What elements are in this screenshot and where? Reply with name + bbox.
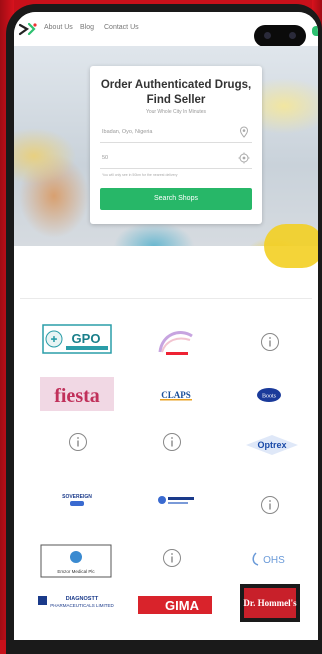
brand-logo-arc[interactable] xyxy=(156,324,232,360)
svg-text:DIAGNOSTT: DIAGNOSTT xyxy=(66,596,99,602)
svg-text:Boots: Boots xyxy=(262,394,277,400)
brand-logo-dr-hommels[interactable]: Dr. Hommel's xyxy=(240,584,316,622)
search-card-title: Order Authenticated Drugs, Find Seller xyxy=(100,79,252,106)
brand-logo-pharma[interactable] xyxy=(154,490,230,526)
svg-text:Optrex: Optrex xyxy=(257,440,286,450)
brand-logo-boots[interactable]: Boots xyxy=(254,386,318,422)
placeholder-info-icon xyxy=(162,548,182,568)
svg-text:Dr. Hommel's: Dr. Hommel's xyxy=(243,598,297,608)
camera-notch xyxy=(254,25,306,47)
brand-logo-ohs[interactable]: OHS xyxy=(252,549,318,585)
location-field[interactable]: Ibadan, Oyo, Nigeria xyxy=(100,124,252,143)
placeholder-info-icon xyxy=(260,495,280,515)
phone-screen: About Us Blog Contact Us Order Authentic… xyxy=(14,12,318,640)
section-divider xyxy=(20,298,312,299)
brand-logo-gima[interactable]: GIMA xyxy=(138,594,214,630)
distance-hint: You will only see in 50km for the neares… xyxy=(102,173,178,177)
nav-link-blog[interactable]: Blog xyxy=(80,24,94,31)
search-shops-button[interactable]: Search Shops xyxy=(100,188,252,210)
brand-logo-fiesta[interactable]: fiesta xyxy=(40,377,116,413)
svg-text:OHS: OHS xyxy=(263,555,285,566)
brand-logo-sovereign[interactable]: SOVEREIGN xyxy=(54,490,130,526)
svg-text:GIMA: GIMA xyxy=(165,598,200,613)
site-logo-icon[interactable] xyxy=(18,21,38,37)
nav-link-contact[interactable]: Contact Us xyxy=(104,24,139,31)
svg-text:Emzor Medical Plc: Emzor Medical Plc xyxy=(57,569,95,574)
menu-toggle-icon[interactable] xyxy=(312,26,318,36)
svg-text:CLAPS: CLAPS xyxy=(161,390,191,400)
search-card-subtitle: Your Whole City In Minutes xyxy=(145,109,207,115)
svg-text:✚: ✚ xyxy=(51,335,58,344)
brand-logo-emzor[interactable]: Emzor Medical Plc xyxy=(40,544,116,580)
brand-logo-optrex[interactable]: Optrex xyxy=(244,432,318,468)
nav-link-about[interactable]: About Us xyxy=(44,24,73,31)
svg-text:PHARMACEUTICALS LIMITED: PHARMACEUTICALS LIMITED xyxy=(50,603,114,608)
pill-image xyxy=(264,224,318,268)
placeholder-info-icon xyxy=(162,432,182,452)
svg-text:GPO: GPO xyxy=(72,331,101,346)
placeholder-info-icon xyxy=(68,432,88,452)
brand-logo-claps[interactable]: CLAPS xyxy=(156,384,232,420)
search-card: Order Authenticated Drugs, Find Seller Y… xyxy=(90,66,262,224)
svg-text:fiesta: fiesta xyxy=(54,385,100,407)
brand-logo-gpo[interactable]: ✚ GPO xyxy=(42,324,118,360)
placeholder-info-icon xyxy=(260,332,280,352)
svg-text:SOVEREIGN: SOVEREIGN xyxy=(62,494,92,500)
top-nav: About Us Blog Contact Us xyxy=(14,12,318,47)
brand-logo-diagnost[interactable]: DIAGNOSTT PHARMACEUTICALS LIMITED xyxy=(36,590,115,626)
distance-field[interactable]: 50 xyxy=(100,150,252,169)
location-pin-icon xyxy=(239,126,249,138)
locate-target-icon[interactable] xyxy=(238,152,250,164)
